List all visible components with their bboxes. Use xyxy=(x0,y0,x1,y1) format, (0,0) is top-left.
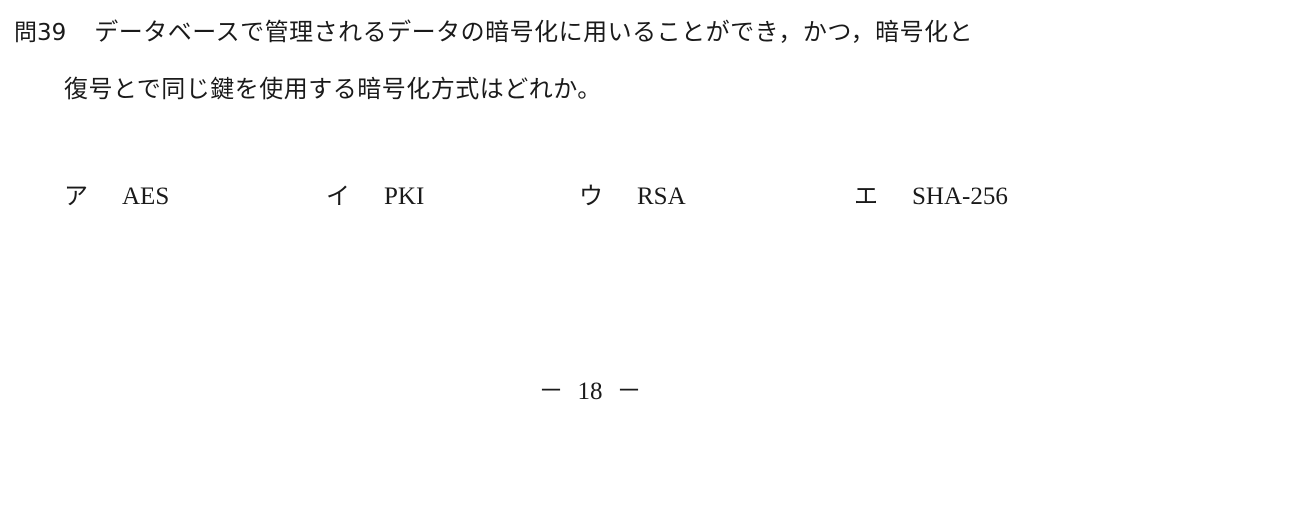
answer-choices: ア AES イ PKI ウ RSA エ SHA-256 xyxy=(64,178,1164,218)
page-number-dash-right: － xyxy=(616,378,642,405)
choice-c-text: RSA xyxy=(637,183,686,210)
choice-a-text: AES xyxy=(122,183,170,210)
question-text-line-1: データベースで管理されるデータの暗号化に用いることができ，かつ，暗号化と xyxy=(94,18,974,46)
choice-b: イ PKI xyxy=(326,178,424,215)
choice-b-text: PKI xyxy=(384,183,425,210)
question-text-line-2: 復号とで同じ鍵を使用する暗号化方式はどれか。 xyxy=(64,75,602,103)
choice-c: ウ RSA xyxy=(579,178,686,215)
question-block: 問39 データベースで管理されるデータの暗号化に用いることができ，かつ，暗号化と… xyxy=(14,14,1274,107)
choice-d: エ SHA-256 xyxy=(854,178,1008,215)
choice-b-label: イ xyxy=(326,182,350,210)
choice-d-text: SHA-256 xyxy=(912,183,1008,210)
choice-a-label: ア xyxy=(64,182,88,210)
choice-a: ア AES xyxy=(64,178,169,215)
question-number: 問39 xyxy=(14,20,67,46)
question-line-1: 問39 データベースで管理されるデータの暗号化に用いることができ，かつ，暗号化と xyxy=(14,14,1274,51)
page-number: － 18 － xyxy=(0,374,1180,410)
choice-c-label: ウ xyxy=(579,182,603,210)
page-number-dash-left: － xyxy=(538,378,564,405)
page-number-value: 18 xyxy=(577,378,603,405)
exam-page: 問39 データベースで管理されるデータの暗号化に用いることができ，かつ，暗号化と… xyxy=(0,0,1292,506)
choice-d-label: エ xyxy=(854,182,878,210)
